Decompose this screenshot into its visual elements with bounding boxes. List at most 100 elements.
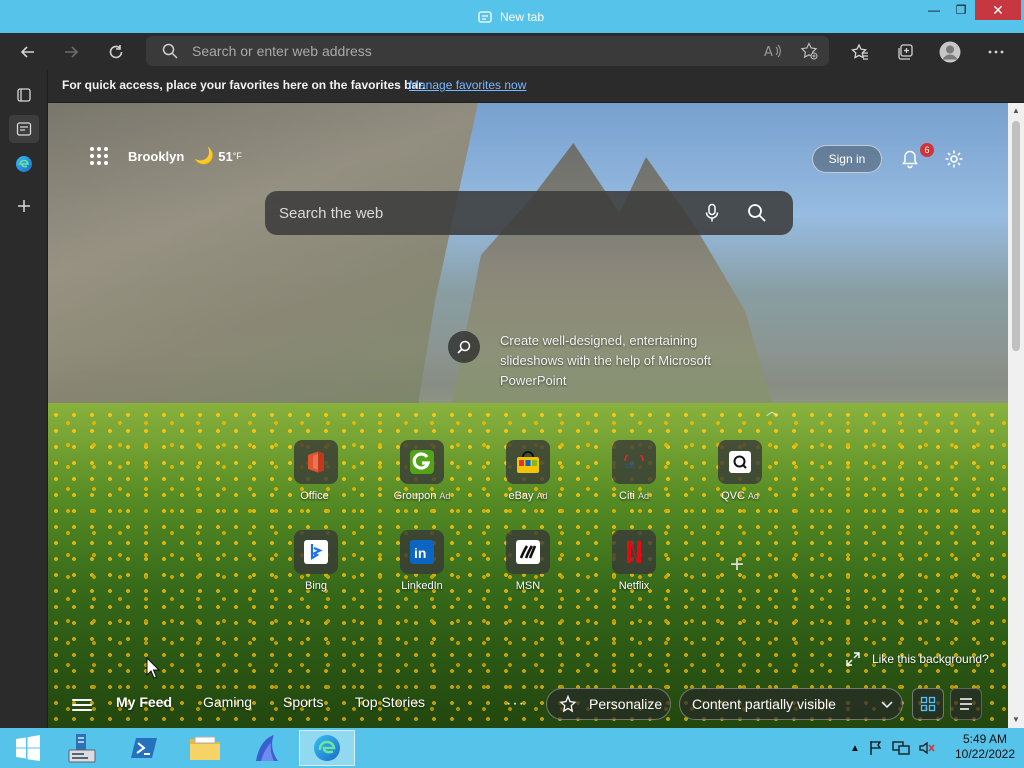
tab-new-tab[interactable] bbox=[9, 115, 39, 143]
expand-icon bbox=[846, 652, 860, 666]
new-tab-button[interactable] bbox=[9, 192, 39, 220]
bell-icon bbox=[902, 150, 918, 169]
scroll-up-arrow[interactable]: ▲ bbox=[1012, 107, 1020, 115]
quick-link-label: QVC bbox=[721, 490, 745, 502]
quick-link-bing[interactable]: Bing bbox=[274, 530, 358, 600]
personalize-button[interactable]: Personalize bbox=[546, 688, 671, 720]
refresh-button[interactable] bbox=[101, 37, 131, 67]
action-center-flag-icon[interactable] bbox=[868, 740, 884, 756]
scrollbar-thumb[interactable] bbox=[1012, 121, 1020, 351]
forward-arrow-icon bbox=[65, 46, 79, 58]
content-visibility-value: Content partially visible bbox=[692, 696, 836, 712]
quick-link-ebay[interactable]: eBay Ad bbox=[486, 440, 570, 510]
web-search-submit[interactable] bbox=[745, 201, 769, 225]
start-button[interactable] bbox=[0, 730, 56, 766]
windows-logo-icon bbox=[16, 735, 40, 761]
back-button[interactable] bbox=[13, 37, 43, 67]
weather-location[interactable]: Brooklyn bbox=[128, 149, 184, 164]
quick-link-citi[interactable]: citi Citi Ad bbox=[592, 440, 676, 510]
new-tab-page-icon bbox=[16, 122, 32, 136]
quick-link-label: Groupon bbox=[393, 490, 437, 502]
sign-in-button[interactable]: Sign in bbox=[812, 145, 882, 173]
edge-taskbar-button[interactable] bbox=[299, 730, 355, 766]
clock-time: 5:49 AM bbox=[962, 732, 1008, 746]
bing-icon bbox=[294, 530, 338, 574]
ad-label: Ad bbox=[747, 491, 759, 501]
forward-button[interactable] bbox=[56, 37, 86, 67]
like-background-text: Like this background? bbox=[872, 652, 989, 666]
powershell-button[interactable] bbox=[116, 730, 172, 766]
network-icon[interactable] bbox=[892, 740, 910, 756]
file-explorer-button[interactable] bbox=[177, 730, 233, 766]
quick-link-netflix[interactable]: Netflix bbox=[592, 530, 676, 600]
favorites-button[interactable] bbox=[845, 37, 875, 67]
profile-avatar-icon bbox=[939, 41, 961, 63]
favorites-bar: For quick access, place your favorites h… bbox=[48, 70, 1024, 103]
plus-icon bbox=[18, 200, 30, 212]
search-icon bbox=[162, 43, 178, 59]
read-aloud-icon[interactable]: A bbox=[764, 43, 782, 59]
feed-tab-my-feed[interactable]: My Feed bbox=[116, 694, 172, 710]
feed-menu-icon[interactable] bbox=[72, 695, 92, 715]
collections-icon bbox=[898, 44, 913, 60]
quick-link-groupon[interactable]: Groupon Ad bbox=[380, 440, 464, 510]
address-input[interactable] bbox=[192, 42, 752, 60]
quick-link-msn[interactable]: MSN bbox=[486, 530, 570, 600]
maximize-button[interactable]: ❐ bbox=[948, 0, 974, 20]
chevron-up-icon[interactable]: ︿ bbox=[766, 402, 778, 419]
show-hidden-icons-chevron-icon[interactable]: ▲ bbox=[850, 743, 860, 754]
temperature-unit: °F bbox=[232, 151, 242, 161]
settings-more-button[interactable] bbox=[981, 37, 1011, 67]
list-view-button[interactable] bbox=[950, 688, 982, 720]
close-button[interactable]: ✕ bbox=[975, 0, 1021, 20]
feed-tab-top-stories[interactable]: Top Stories bbox=[355, 694, 425, 710]
page-settings-button[interactable] bbox=[940, 145, 968, 173]
powershell-icon bbox=[131, 738, 157, 758]
manage-favorites-link[interactable]: Manage favorites now bbox=[409, 78, 526, 92]
address-bar[interactable]: A bbox=[146, 36, 829, 66]
app-taskbar-button[interactable] bbox=[238, 730, 294, 766]
server-manager-button[interactable] bbox=[54, 730, 110, 766]
quick-link-qvc[interactable]: QVC Ad bbox=[698, 440, 782, 510]
ad-label: Ad bbox=[439, 491, 451, 501]
tab-actions-button[interactable] bbox=[9, 81, 39, 109]
taskbar-clock[interactable]: 5:49 AM 10/22/2022 bbox=[950, 732, 1020, 762]
ebay-icon bbox=[506, 440, 550, 484]
quick-link-linkedin[interactable]: in LinkedIn bbox=[380, 530, 464, 600]
page-scrollbar[interactable]: ▲ ▼ bbox=[1008, 103, 1024, 728]
file-explorer-icon bbox=[190, 736, 220, 760]
quick-link-office[interactable]: Office bbox=[274, 440, 358, 510]
search-icon bbox=[748, 204, 766, 222]
svg-text:in: in bbox=[414, 545, 426, 561]
profile-button[interactable] bbox=[935, 37, 965, 67]
feed-tab-gaming[interactable]: Gaming bbox=[203, 694, 252, 710]
server-manager-icon bbox=[68, 734, 96, 763]
edge-icon bbox=[16, 156, 32, 172]
like-background-link[interactable]: Like this background? bbox=[846, 652, 989, 666]
feed-navigation-bar: My Feed Gaming Sports Top Stories ··· Pe… bbox=[48, 685, 1008, 728]
feed-tab-sports[interactable]: Sports bbox=[283, 694, 323, 710]
mouse-cursor-icon bbox=[146, 657, 160, 679]
msn-icon bbox=[506, 530, 550, 574]
web-search-input[interactable] bbox=[279, 203, 659, 223]
scroll-down-arrow[interactable]: ▼ bbox=[1012, 716, 1020, 724]
volume-muted-icon[interactable] bbox=[918, 740, 936, 756]
shark-fin-app-icon bbox=[256, 735, 278, 761]
tab-icon bbox=[478, 11, 492, 23]
collections-button[interactable] bbox=[890, 37, 920, 67]
content-visibility-dropdown[interactable]: Content partially visible bbox=[679, 688, 903, 720]
voice-search-button[interactable] bbox=[701, 202, 723, 224]
feed-more-button[interactable]: ··· bbox=[506, 695, 525, 713]
web-search-box[interactable] bbox=[265, 191, 793, 235]
search-tip[interactable]: Create well-designed, entertaining slide… bbox=[448, 331, 750, 391]
app-launcher-icon[interactable] bbox=[88, 145, 110, 167]
weather-temperature[interactable]: 51 bbox=[218, 149, 232, 164]
tip-text: Create well-designed, entertaining slide… bbox=[500, 333, 711, 388]
browser-toolbar: A bbox=[0, 33, 1024, 70]
ad-label: Ad bbox=[637, 491, 649, 501]
add-quick-link-plus-icon[interactable]: + bbox=[725, 551, 749, 578]
minimize-button[interactable]: — bbox=[921, 0, 947, 20]
add-favorite-icon[interactable] bbox=[800, 42, 818, 60]
grid-view-button[interactable] bbox=[912, 688, 944, 720]
tab-edge[interactable] bbox=[9, 150, 39, 178]
